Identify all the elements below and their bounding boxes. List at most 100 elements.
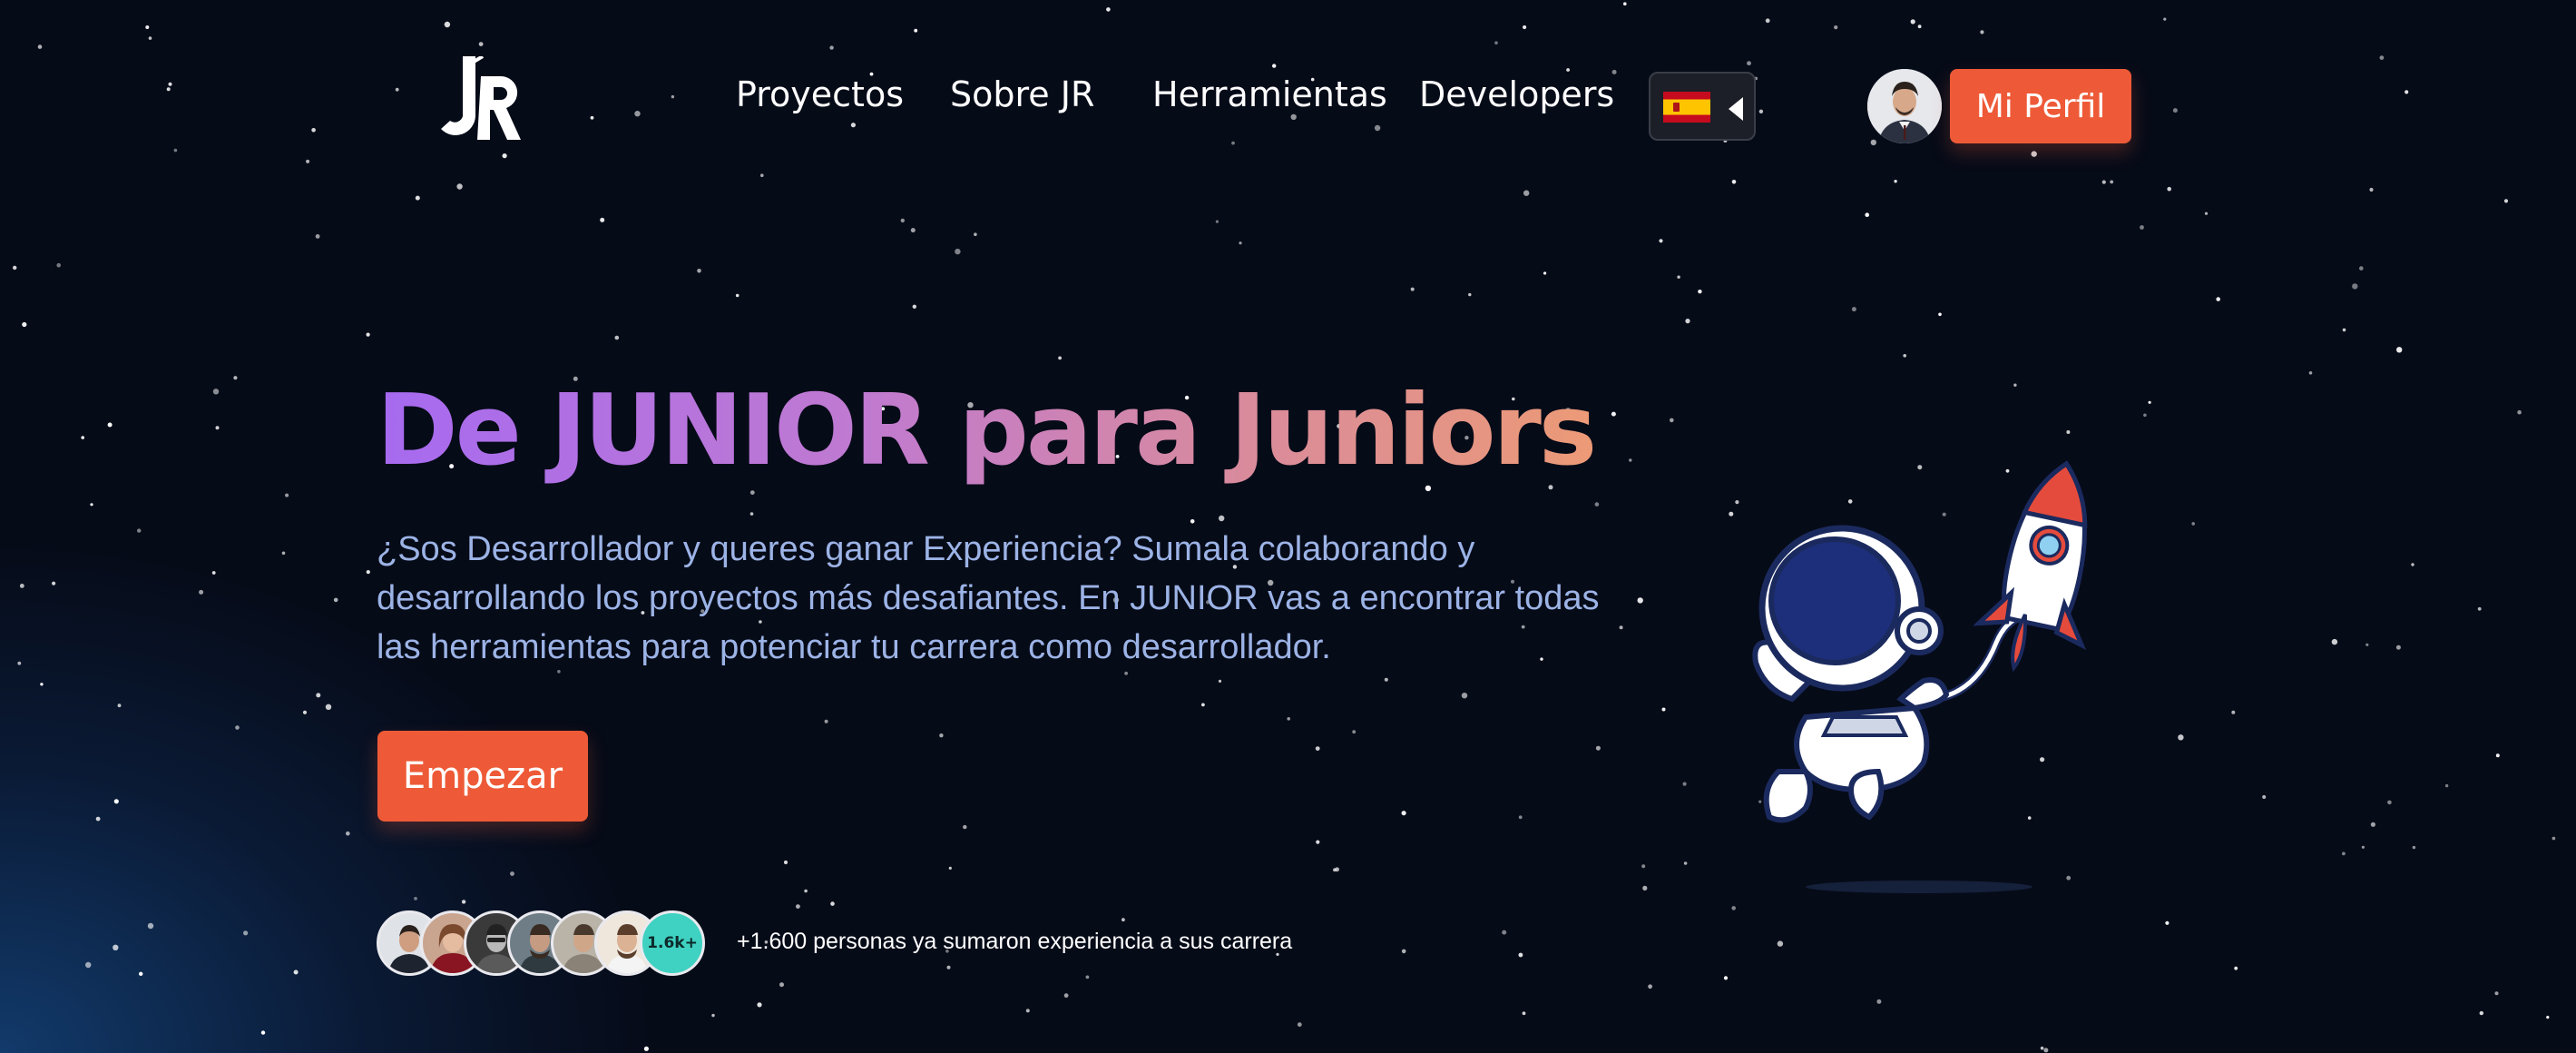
- nav-sobre-jr[interactable]: Sobre JR: [950, 73, 1094, 116]
- nav-developers[interactable]: Developers: [1419, 73, 1614, 116]
- star: [1215, 220, 1219, 223]
- star: [1865, 212, 1869, 217]
- star: [1468, 292, 1472, 297]
- jr-logo[interactable]: [441, 56, 523, 140]
- star: [1623, 2, 1627, 5]
- star: [366, 570, 370, 575]
- star: [2178, 734, 2184, 741]
- star: [395, 87, 399, 92]
- star: [590, 115, 594, 120]
- star: [139, 971, 143, 977]
- nav-proyectos[interactable]: Proyectos: [736, 73, 904, 116]
- star: [260, 1030, 266, 1035]
- star: [2479, 1010, 2483, 1016]
- star: [1518, 815, 1523, 820]
- star: [1894, 180, 1897, 183]
- star: [2167, 186, 2171, 192]
- star: [1698, 290, 1702, 294]
- star: [1297, 1022, 1302, 1028]
- star: [749, 490, 755, 495]
- star: [711, 1013, 715, 1018]
- star: [1659, 239, 1663, 243]
- star: [1980, 30, 1984, 34]
- star: [783, 860, 788, 865]
- star: [2494, 991, 2499, 996]
- star: [81, 436, 84, 439]
- star: [2477, 606, 2482, 611]
- star: [2387, 800, 2392, 805]
- star: [634, 111, 641, 117]
- star: [1106, 7, 1111, 12]
- star: [1566, 68, 1570, 72]
- star: [40, 683, 44, 686]
- star: [749, 512, 754, 516]
- star: [2495, 753, 2500, 758]
- star: [1834, 25, 1838, 30]
- star: [779, 982, 784, 988]
- star: [306, 159, 310, 163]
- star: [2262, 795, 2267, 799]
- mi-perfil-button[interactable]: Mi Perfil: [1950, 69, 2131, 143]
- star: [315, 234, 320, 239]
- spain-flag-icon: [1663, 92, 1710, 123]
- star: [2110, 180, 2114, 184]
- star: [1333, 868, 1337, 872]
- star: [2066, 430, 2071, 434]
- star: [1523, 190, 1530, 196]
- star: [113, 944, 119, 951]
- star: [235, 725, 240, 730]
- star: [1219, 515, 1225, 522]
- star: [850, 123, 857, 128]
- star: [1870, 139, 1876, 146]
- star: [1239, 241, 1242, 245]
- star: [90, 503, 93, 507]
- star: [1231, 141, 1235, 145]
- star: [2231, 710, 2236, 714]
- star: [147, 922, 154, 930]
- star: [145, 25, 150, 29]
- language-selector[interactable]: [1649, 72, 1756, 141]
- star: [1121, 918, 1125, 922]
- star: [293, 969, 299, 975]
- hero-description: ¿Sos Desarrollador y queres ganar Experi…: [377, 530, 1600, 666]
- empezar-button[interactable]: Empezar: [377, 731, 588, 822]
- star: [2013, 383, 2017, 387]
- star: [948, 866, 952, 871]
- star: [233, 376, 238, 380]
- star: [478, 42, 484, 46]
- star: [2396, 347, 2403, 353]
- star: [281, 551, 286, 556]
- nav-herramientas[interactable]: Herramientas: [1152, 73, 1387, 116]
- star: [302, 710, 308, 714]
- user-avatar[interactable]: [1867, 69, 1942, 143]
- star: [1384, 677, 1388, 682]
- star: [211, 571, 216, 575]
- star: [166, 87, 171, 92]
- star: [1518, 952, 1523, 958]
- star: [1595, 745, 1601, 751]
- star: [117, 704, 122, 708]
- star: [1648, 984, 1652, 989]
- star: [2444, 783, 2449, 788]
- star: [2191, 522, 2195, 526]
- star: [2369, 187, 2374, 192]
- star: [148, 36, 152, 40]
- star: [1731, 180, 1737, 184]
- star: [2370, 822, 2375, 827]
- star: [212, 389, 220, 395]
- star: [414, 897, 417, 900]
- star: [1401, 811, 1406, 816]
- star: [1677, 275, 1680, 279]
- star: [2342, 328, 2346, 332]
- star: [1641, 864, 1646, 869]
- star: [974, 232, 977, 237]
- star: [366, 332, 370, 337]
- star: [2552, 836, 2556, 841]
- star: [760, 173, 764, 177]
- star: [963, 824, 967, 830]
- star: [2163, 17, 2167, 21]
- star: [37, 44, 43, 49]
- star: [456, 183, 463, 190]
- star: [1063, 993, 1069, 999]
- star: [2342, 851, 2346, 856]
